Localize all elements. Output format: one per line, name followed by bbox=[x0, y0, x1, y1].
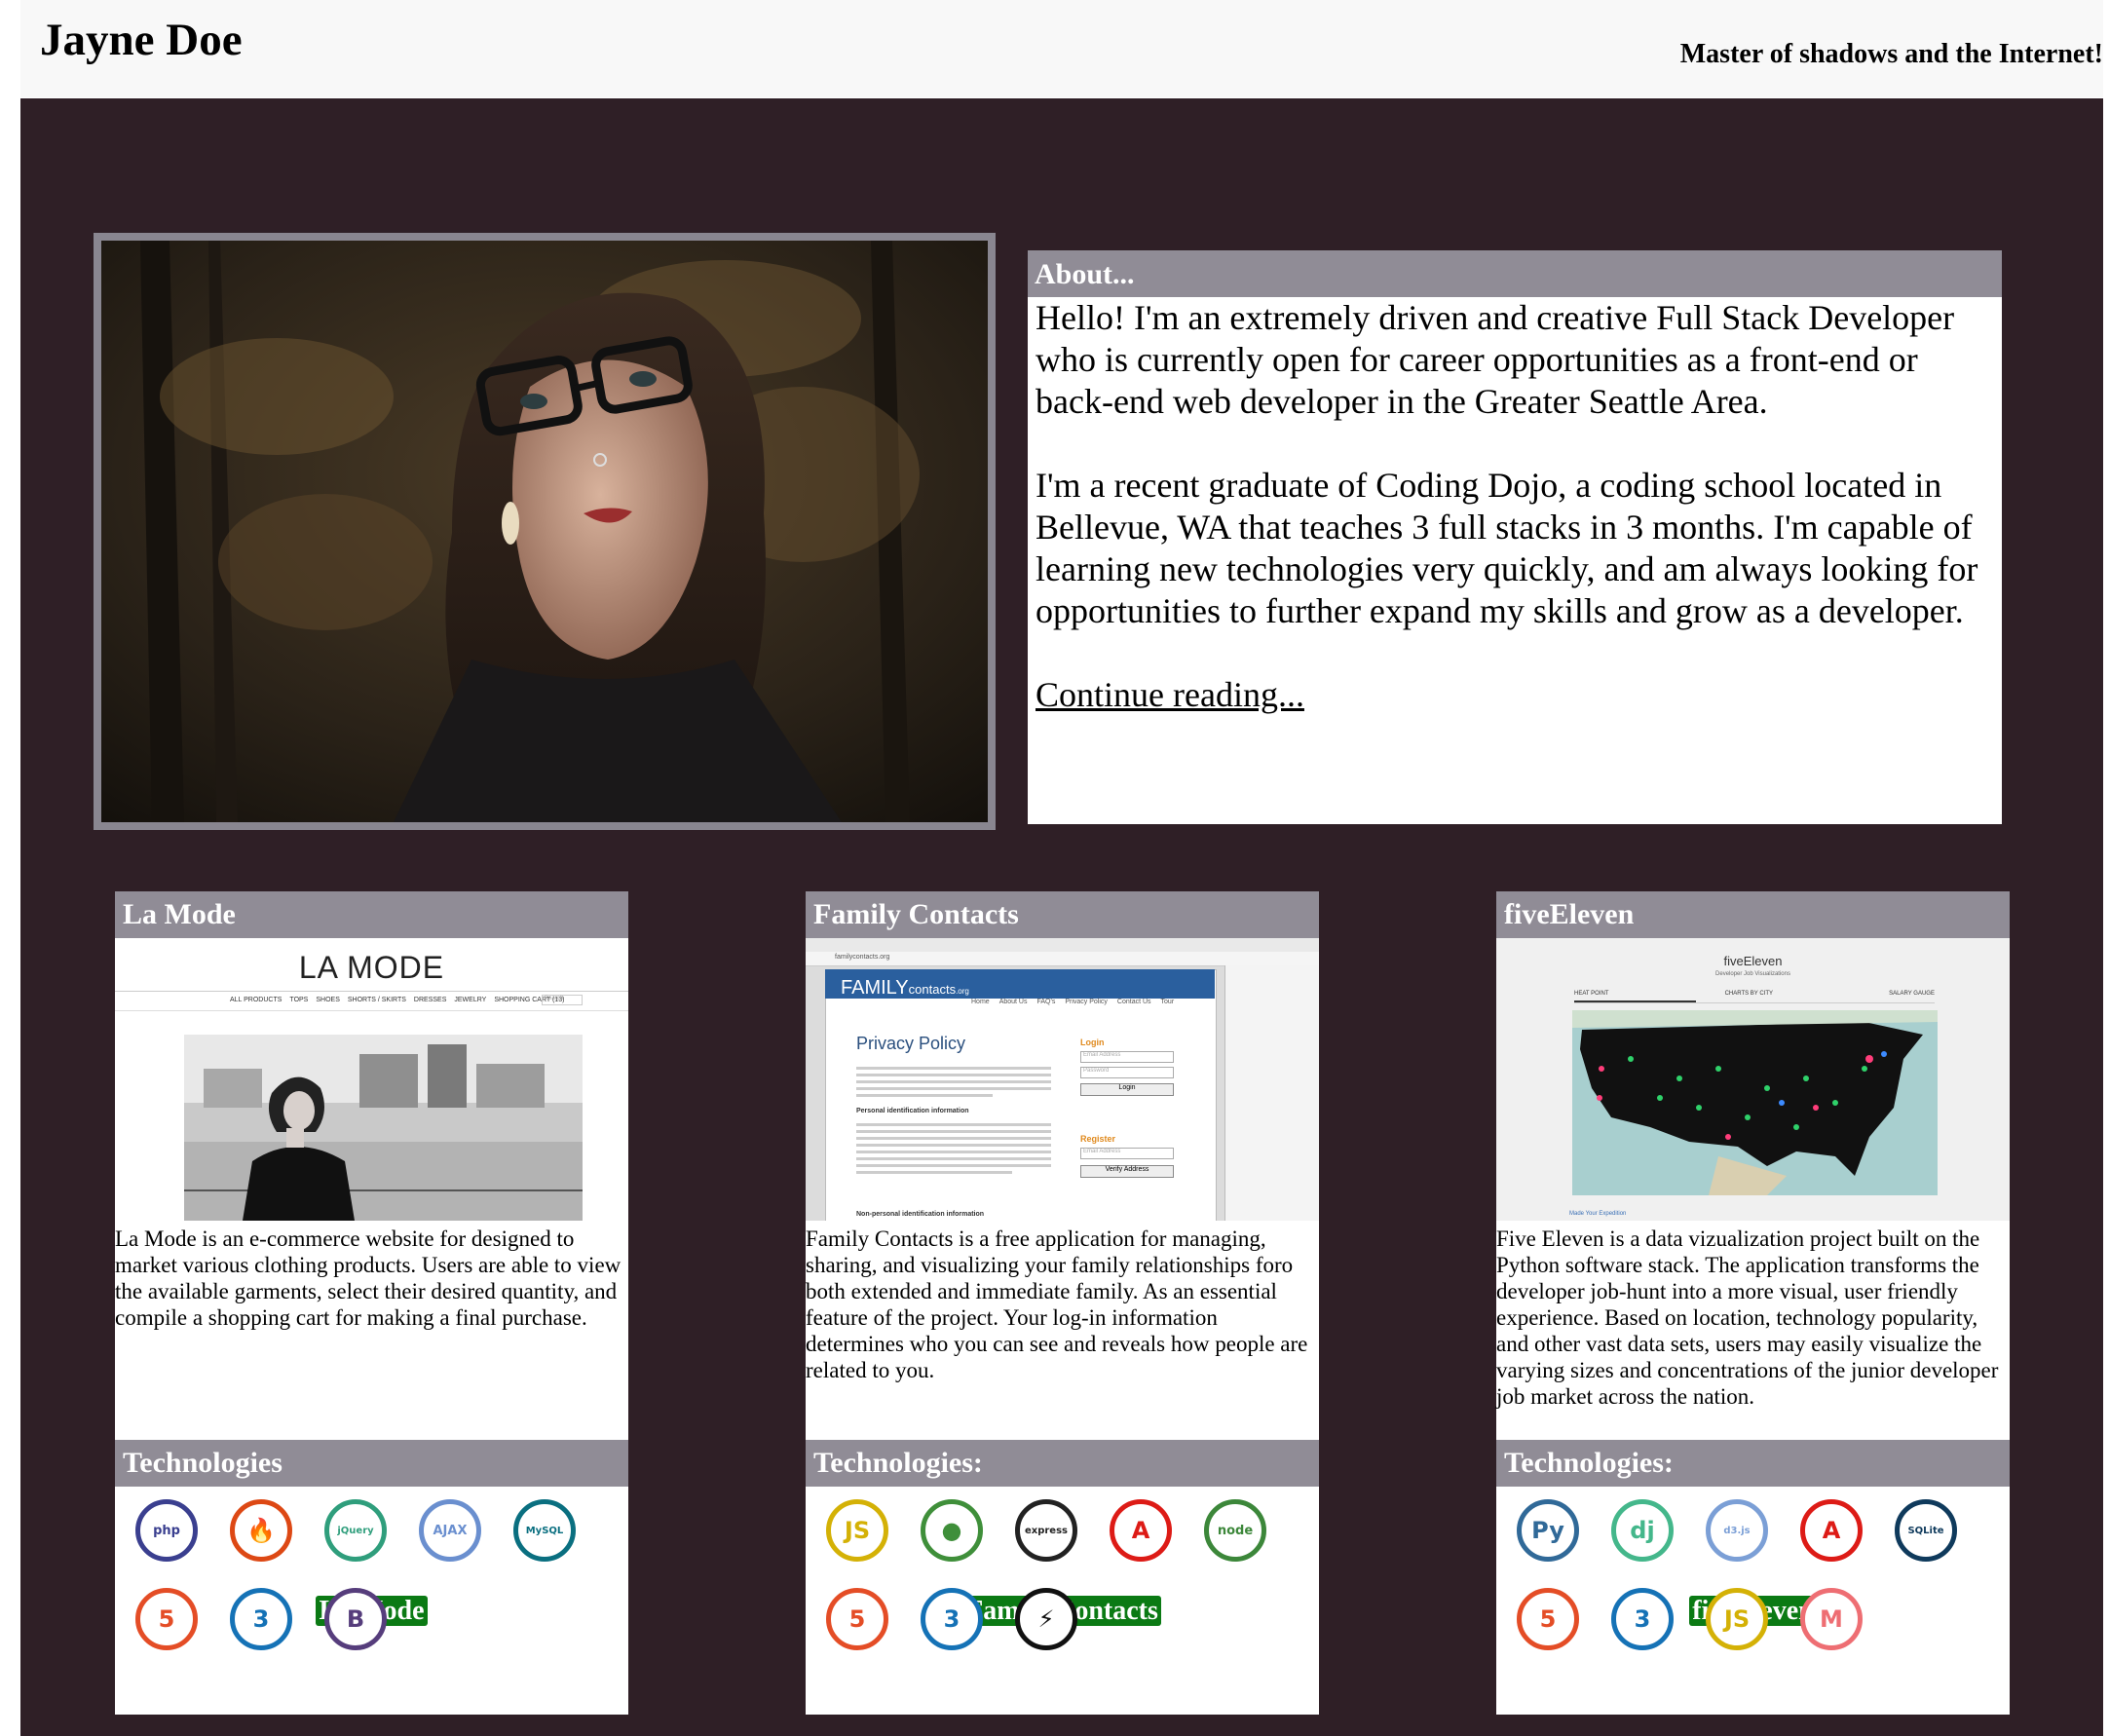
d3js-icon: d3.js bbox=[1706, 1499, 1768, 1562]
about-paragraph-1: Hello! I'm an extremely driven and creat… bbox=[1036, 298, 1955, 421]
family-nav-item: Contact Us bbox=[1116, 999, 1151, 1005]
about-paragraph-2: I'm a recent graduate of Coding Dojo, a … bbox=[1036, 466, 1978, 630]
angular-icon: A bbox=[1800, 1499, 1863, 1562]
mongodb-icon: ● bbox=[921, 1499, 983, 1562]
project-screenshot[interactable]: LA MODE ALL PRODUCTS TOPS SHOES SHORTS / SK… bbox=[115, 938, 628, 1221]
tagline: Master of shadows and the Internet! bbox=[1679, 39, 2103, 69]
family-nav-item: Home bbox=[971, 999, 990, 1005]
bootstrap-icon: B bbox=[324, 1588, 387, 1650]
django-icon: dj bbox=[1611, 1499, 1674, 1562]
codeigniter-icon: 🔥 bbox=[230, 1499, 292, 1562]
node-icon: node bbox=[1204, 1499, 1266, 1562]
technologies-heading: Technologies: bbox=[1496, 1440, 2010, 1487]
socketio-icon: ⚡ bbox=[1015, 1588, 1077, 1650]
fiveeleven-tab: SALARY GAUGE bbox=[1889, 991, 1935, 997]
family-nav-item: Privacy Policy bbox=[1065, 999, 1108, 1005]
la-mode-nav-item: JEWELRY bbox=[454, 997, 487, 1003]
python-icon: Py bbox=[1517, 1499, 1579, 1562]
privacy-policy-title: Privacy Policy bbox=[856, 1034, 966, 1053]
fiveeleven-tab: CHARTS BY CITY bbox=[1724, 991, 1774, 997]
materialize-icon: M bbox=[1800, 1588, 1863, 1650]
la-mode-search: Search bbox=[542, 995, 583, 1005]
php-icon: php bbox=[135, 1499, 198, 1562]
la-mode-hero-image bbox=[184, 1035, 583, 1221]
site-title: Jayne Doe bbox=[40, 15, 243, 65]
family-brand-tld: .org bbox=[956, 987, 969, 996]
verify-address-button: Verify Address bbox=[1080, 1165, 1174, 1178]
project-title: La Mode bbox=[115, 891, 628, 938]
la-mode-nav-item: SHORTS / SKIRTS bbox=[347, 997, 406, 1003]
javascript-icon: JS bbox=[826, 1499, 888, 1562]
profile-photo-frame bbox=[94, 233, 996, 830]
la-mode-nav-item: DRESSES bbox=[413, 997, 447, 1003]
job-heat-map bbox=[1572, 1010, 1938, 1195]
project-description: La Mode is an e-commerce website for des… bbox=[115, 1227, 621, 1330]
family-brand-sub: contacts bbox=[908, 982, 957, 997]
privacy-section-1: Personal identification information bbox=[856, 1108, 969, 1114]
continue-reading-link[interactable]: Continue reading... bbox=[1036, 675, 1304, 714]
html5-icon: 5 bbox=[135, 1588, 198, 1650]
privacy-section-2: Non-personal identification information bbox=[856, 1211, 985, 1218]
css3-icon: 3 bbox=[1611, 1588, 1674, 1650]
project-title: Family Contacts bbox=[806, 891, 1319, 938]
fiveeleven-tab: HEAT POINT bbox=[1574, 991, 1609, 997]
express-icon: express bbox=[1015, 1499, 1077, 1562]
technology-icons: Family Contacts JS ● express Anode 5 3 ⚡ bbox=[806, 1487, 1319, 1650]
project-card-la-mode: La Mode LA MODE ALL PRODUCTS TOPS SHOES SHO… bbox=[115, 891, 628, 1715]
profile-photo bbox=[101, 241, 988, 822]
family-nav-item: Tour bbox=[1160, 999, 1175, 1005]
la-mode-nav-item: ALL PRODUCTS bbox=[230, 997, 282, 1003]
login-email-field: Email Address bbox=[1080, 1051, 1174, 1063]
fiveeleven-subtitle: Developer Job Visualizations bbox=[1715, 971, 1790, 977]
project-screenshot[interactable]: fiveEleven Developer Job Visualizations … bbox=[1496, 938, 2010, 1221]
technology-icons: La Mode php🔥jQueryAJAXMySQL53B bbox=[115, 1487, 628, 1650]
login-button: Login bbox=[1080, 1083, 1174, 1096]
project-description: Five Eleven is a data vizualization proj… bbox=[1496, 1227, 1999, 1409]
jquery-icon: jQuery bbox=[324, 1499, 387, 1562]
project-description: Family Contacts is a free application fo… bbox=[806, 1227, 1308, 1382]
technologies-heading: Technologies: bbox=[806, 1440, 1319, 1487]
project-card-fiveeleven: fiveEleven fiveEleven Developer Job Visu… bbox=[1496, 891, 2010, 1715]
family-nav-item: About Us bbox=[998, 999, 1028, 1005]
about-panel: About... Hello! I'm an extremely driven … bbox=[1028, 250, 2002, 824]
header-bar: Jayne Doe Master of shadows and the Inte… bbox=[20, 0, 2103, 97]
about-heading: About... bbox=[1028, 250, 2002, 297]
login-password-field: Password bbox=[1080, 1067, 1174, 1078]
css3-icon: 3 bbox=[230, 1588, 292, 1650]
register-heading: Register bbox=[1080, 1134, 1116, 1144]
project-screenshot[interactable]: familycontacts.org FAMILYcontacts.org Ho… bbox=[806, 938, 1319, 1221]
css3-icon: 3 bbox=[921, 1588, 983, 1650]
project-title: fiveEleven bbox=[1496, 891, 2010, 938]
mysql-icon: MySQL bbox=[513, 1499, 576, 1562]
about-body: Hello! I'm an extremely driven and creat… bbox=[1028, 297, 2002, 716]
html5-icon: 5 bbox=[826, 1588, 888, 1650]
technologies-heading: Technologies bbox=[115, 1440, 628, 1487]
html5-icon: 5 bbox=[1517, 1588, 1579, 1650]
ajax-icon: AJAX bbox=[419, 1499, 481, 1562]
login-heading: Login bbox=[1080, 1038, 1105, 1047]
javascript-icon: JS bbox=[1706, 1588, 1768, 1650]
fiveeleven-footer: Made Your Expedition bbox=[1569, 1211, 1627, 1217]
la-mode-logo: LA MODE bbox=[298, 950, 445, 985]
angular-icon: A bbox=[1110, 1499, 1172, 1562]
family-nav-item: FAQ's bbox=[1036, 999, 1056, 1005]
fiveeleven-title: fiveEleven bbox=[1723, 954, 1783, 968]
la-mode-nav-item: TOPS bbox=[289, 997, 309, 1003]
browser-url: familycontacts.org bbox=[835, 954, 890, 961]
technology-icons: fiveEleven Pydjd3.jsASQLite53JSM bbox=[1496, 1487, 2010, 1650]
sqlite-icon: SQLite bbox=[1895, 1499, 1957, 1562]
la-mode-nav-item: SHOES bbox=[316, 997, 340, 1003]
register-email-field: Email Address bbox=[1080, 1148, 1174, 1159]
family-brand: FAMILY bbox=[841, 977, 909, 999]
project-card-family-contacts: Family Contacts familycontacts.org FAMIL… bbox=[806, 891, 1319, 1715]
